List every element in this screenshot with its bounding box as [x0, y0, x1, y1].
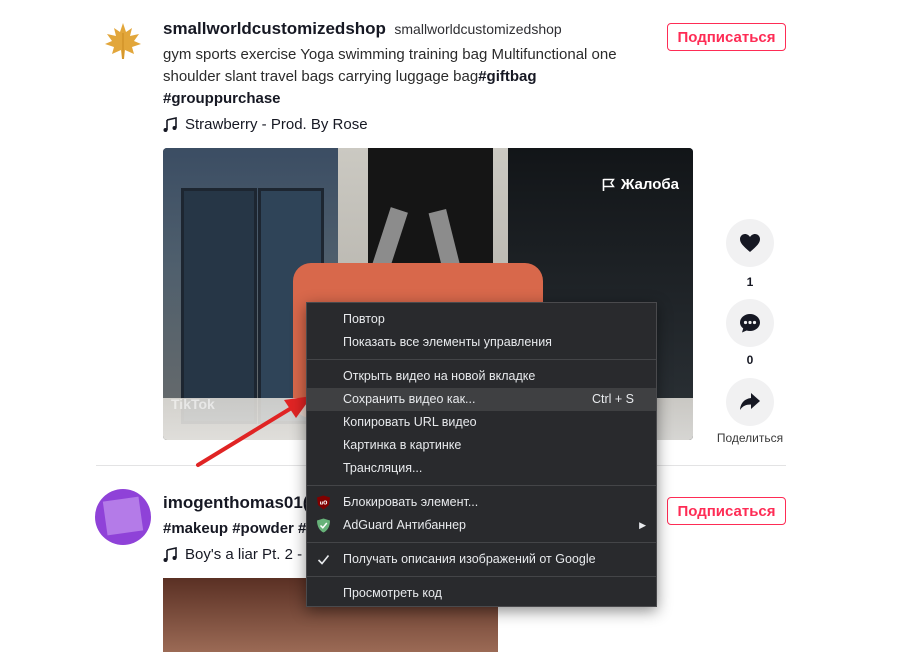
avatar-image	[102, 496, 144, 536]
menu-item-adguard[interactable]: AdGuard Антибаннер ▶	[307, 514, 656, 537]
maple-leaf-logo	[105, 23, 141, 59]
menu-separator	[307, 576, 656, 577]
menu-item-label: AdGuard Антибаннер	[343, 518, 466, 532]
menu-item-inspect[interactable]: Просмотреть код	[307, 582, 656, 605]
post2-username[interactable]: imogenthomas01(	[163, 493, 308, 513]
menu-item-label: Копировать URL видео	[343, 415, 477, 429]
post1-music-title[interactable]: Strawberry - Prod. By Rose	[185, 116, 368, 133]
shop-logo-avatar[interactable]	[100, 18, 146, 64]
flag-icon	[602, 178, 615, 191]
post1-music[interactable]: Strawberry - Prod. By Rose	[163, 116, 368, 133]
submenu-arrow-icon: ▶	[639, 520, 646, 530]
menu-item-label: Повтор	[343, 312, 385, 326]
post2-caption[interactable]: #makeup #powder #	[163, 518, 306, 540]
svg-text:uO: uO	[320, 501, 328, 507]
menu-item-block-element[interactable]: uO Блокировать элемент...	[307, 491, 656, 514]
menu-item-label: Сохранить видео как...	[343, 392, 476, 406]
adguard-shield-icon	[317, 518, 330, 533]
context-menu: Повтор Показать все элементы управления …	[306, 302, 657, 607]
music-note-icon	[163, 546, 177, 562]
menu-item-open-new-tab[interactable]: Открыть видео на новой вкладке	[307, 365, 656, 388]
menu-item-label: Блокировать элемент...	[343, 495, 479, 509]
menu-item-label: Трансляция...	[343, 461, 423, 475]
menu-separator	[307, 485, 656, 486]
ublock-icon: uO	[317, 495, 330, 510]
post1-author[interactable]: smallworldcustomizedshop smallworldcusto…	[163, 19, 562, 39]
menu-item-label: Картинка в картинке	[343, 438, 462, 452]
menu-item-label: Открыть видео на новой вкладке	[343, 369, 536, 383]
menu-item-shortcut: Ctrl + S	[591, 392, 634, 406]
menu-separator	[307, 359, 656, 360]
menu-item-loop[interactable]: Повтор	[307, 308, 656, 331]
hashtag-link[interactable]: #grouppurchase	[163, 90, 281, 107]
heart-icon	[740, 234, 760, 252]
check-icon	[317, 554, 330, 565]
share-icon	[740, 393, 760, 410]
like-button[interactable]	[726, 219, 774, 267]
post2-music[interactable]: Boy's a liar Pt. 2 -	[163, 546, 302, 563]
menu-item-save-video[interactable]: Сохранить видео как... Ctrl + S	[307, 388, 656, 411]
red-arrow-annotation	[196, 396, 312, 467]
menu-item-label: Показать все элементы управления	[343, 335, 552, 349]
share-button[interactable]	[726, 378, 774, 426]
follow-button[interactable]: Подписаться	[667, 497, 786, 525]
menu-item-image-descriptions[interactable]: Получать описания изображений от Google	[307, 548, 656, 571]
menu-item-label: Просмотреть код	[343, 586, 442, 600]
follow-button[interactable]: Подписаться	[667, 23, 786, 51]
menu-item-cast[interactable]: Трансляция...	[307, 457, 656, 480]
report-label: Жалоба	[620, 176, 679, 193]
menu-item-picture-in-picture[interactable]: Картинка в картинке	[307, 434, 656, 457]
comment-button[interactable]	[726, 299, 774, 347]
comment-icon	[740, 314, 760, 333]
post1-caption: gym sports exercise Yoga swimming traini…	[163, 44, 663, 110]
post1-caption-text: gym sports exercise Yoga swimming traini…	[163, 46, 617, 85]
comment-count: 0	[746, 353, 754, 367]
music-note-icon	[163, 116, 177, 132]
menu-item-show-controls[interactable]: Показать все элементы управления	[307, 331, 656, 354]
share-label: Поделиться	[716, 431, 784, 445]
hashtag-link[interactable]: #giftbag	[478, 68, 536, 85]
post1-username[interactable]: smallworldcustomizedshop	[163, 19, 386, 38]
post1-nickname[interactable]: smallworldcustomizedshop	[394, 21, 561, 37]
avatar[interactable]	[95, 489, 151, 545]
menu-separator	[307, 542, 656, 543]
report-button[interactable]: Жалоба	[602, 176, 679, 193]
post2-music-title[interactable]: Boy's a liar Pt. 2 -	[185, 546, 302, 563]
menu-item-copy-url[interactable]: Копировать URL видео	[307, 411, 656, 434]
menu-item-label: Получать описания изображений от Google	[343, 552, 596, 566]
like-count: 1	[746, 275, 754, 289]
